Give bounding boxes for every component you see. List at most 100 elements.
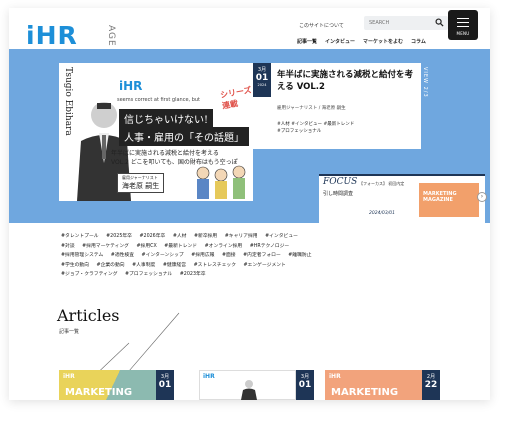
hamburger-icon (457, 18, 469, 20)
article-cards: iHR MARKETING 3月 01 iHR 3月 01 iHR MARKET… (59, 370, 489, 400)
tag-link[interactable]: #最新トレンド (323, 122, 354, 127)
date-month: 3月 (257, 67, 267, 73)
tag-link[interactable]: #HRテクノロジー (250, 244, 289, 249)
articles-subtitle: 記事一覧 (59, 329, 80, 335)
card-logo: iHR (63, 373, 75, 380)
illustration-people-icon (196, 165, 246, 199)
hero-article-title[interactable]: 年半ばに実施される減税と給付を考える VOL.2 (277, 69, 417, 93)
date-badge: 2月 22 (422, 370, 440, 400)
hero-image[interactable]: Tsugio Ebihara iHR seems correct at firs… (59, 63, 253, 201)
hero-series-badge: シリーズ連載 (219, 85, 253, 111)
nav-item-articles[interactable]: 記事一覧 (297, 38, 317, 45)
date-badge: 3月 01 (156, 370, 174, 400)
hero-image-logo: iHR (119, 79, 143, 93)
person-photo-icon (241, 380, 257, 400)
menu-button[interactable]: MENU (448, 10, 478, 40)
date-month: 2月 (426, 374, 436, 380)
hero-author-role: 雇用ジャーナリスト (122, 175, 158, 180)
tag-link[interactable]: #新卒採用 (194, 234, 217, 239)
date-day: 22 (424, 380, 438, 390)
date-badge: 3月 01 2024 (253, 63, 271, 97)
tag-link[interactable]: #学生の動向 (61, 263, 89, 268)
tag-link[interactable]: #採用CX (137, 244, 157, 249)
tag-link[interactable]: #人材 (277, 122, 290, 127)
tag-link[interactable]: #オンライン採用 (205, 244, 243, 249)
page: iHR AGE このサイトについて MENU 記事一覧 インタビュー マーケット… (9, 8, 490, 400)
tag-link[interactable]: #プロフェッショナル (277, 129, 321, 134)
hamburger-icon-bar (457, 22, 469, 24)
focus-subheading: 【フォーカス】 初回内定 (359, 181, 405, 186)
articles-title: Articles (57, 306, 120, 325)
tag-link[interactable]: #インターンシップ (142, 253, 184, 258)
tag-link[interactable]: #採用マーケティング (82, 244, 129, 249)
tag-link[interactable]: #採用広報 (191, 253, 214, 258)
logo-text: iHR (26, 21, 78, 50)
logo-sub: AGE (106, 25, 116, 47)
tag-link[interactable]: #人材 (173, 234, 187, 239)
date-day: 01 (158, 380, 172, 390)
date-day: 01 (255, 73, 269, 83)
site-logo[interactable]: iHR AGE (26, 19, 118, 50)
tag-link[interactable]: #タレントプール (61, 234, 99, 239)
tag-link[interactable]: #2025年卒 (106, 234, 132, 239)
tag-link[interactable]: #インタビュー (291, 122, 322, 127)
date-month: 3月 (160, 374, 170, 380)
card-logo: iHR (329, 373, 341, 380)
tag-link[interactable]: #離職防止 (288, 253, 311, 258)
nav-item-interview[interactable]: インタビュー (325, 38, 355, 45)
tag-link[interactable]: #適性検査 (111, 253, 134, 258)
search-icon[interactable] (435, 18, 444, 27)
article-card[interactable]: iHR MARKETING 2月 22 (325, 370, 440, 400)
hero-author-name: 海老原 嗣生 (122, 182, 160, 190)
hero-article-tags: #人材 #インタビュー #最新トレンド #プロフェッショナル (277, 121, 417, 135)
menu-label: MENU (456, 31, 470, 36)
tag-link[interactable]: #対談 (61, 244, 75, 249)
date-month: 3月 (300, 374, 310, 380)
tag-link[interactable]: #最新トレンド (164, 244, 197, 249)
hero-series-sub: seems correct at first glance, but (117, 97, 200, 103)
tag-link[interactable]: #2023年卒 (180, 272, 206, 277)
nav-item-column[interactable]: コラム (411, 38, 426, 45)
tag-link[interactable]: #人事制度 (132, 263, 155, 268)
nav-item-market[interactable]: マーケットをよむ (363, 38, 403, 45)
focus-date: 2024/03/01 (369, 211, 395, 216)
tag-link[interactable]: #インタビュー (265, 234, 298, 239)
date-year: 2024 (257, 83, 267, 87)
hero-carousel: Tsugio Ebihara iHR seems correct at firs… (9, 49, 490, 223)
marketing-magazine-banner[interactable]: MARKETING MAGAZINE (419, 183, 479, 217)
tag-link[interactable]: #企業の動向 (97, 263, 125, 268)
article-card[interactable]: iHR MARKETING 3月 01 (59, 370, 174, 400)
search-box[interactable] (364, 16, 448, 30)
focus-heading: FOCUS (323, 177, 358, 187)
hero-article-byline: 雇用ジャーナリスト / 海老原 嗣生 (277, 106, 346, 111)
hero-desc-line1: 年半ばに実施される減税と給付を考える (111, 150, 219, 157)
tag-link[interactable]: #ストレスチェック (194, 263, 236, 268)
tag-link[interactable]: #内定者フォロー (243, 253, 281, 258)
hero-title-line1: 信じちゃいけない! (119, 109, 214, 128)
date-badge: 3月 01 (296, 370, 314, 400)
hero-title-line2: 人事・雇用の「その話題」 (119, 127, 249, 146)
tag-link[interactable]: #採用管理システム (61, 253, 103, 258)
tag-link[interactable]: #2026年卒 (140, 234, 166, 239)
card-logo: iHR (203, 373, 215, 380)
tag-link[interactable]: #ジョブ・クラフティング (61, 272, 118, 277)
tag-link[interactable]: #健康経営 (163, 263, 186, 268)
slide-counter: VIEW 2/3 (422, 67, 428, 98)
hero-author-box: 雇用ジャーナリスト 海老原 嗣生 (117, 173, 165, 193)
focus-stripe (319, 174, 485, 176)
focus-banner[interactable]: FOCUS 【フォーカス】 初回内定 引し時間調査 2024/03/01 MAR… (319, 174, 487, 223)
date-day: 01 (298, 380, 312, 390)
hero-article-card[interactable]: 3月 01 2024 年半ばに実施される減税と給付を考える VOL.2 雇用ジャ… (253, 63, 421, 149)
tag-link[interactable]: #エンゲージメント (244, 263, 286, 268)
next-arrow-icon[interactable]: › (477, 192, 487, 202)
about-link[interactable]: このサイトについて (299, 22, 344, 29)
article-card[interactable]: iHR 3月 01 (199, 370, 314, 400)
focus-text: 引し時間調査 (323, 191, 354, 197)
tag-link[interactable]: #面接 (222, 253, 236, 258)
card-label: MARKETING (331, 387, 399, 398)
main-nav: 記事一覧 インタビュー マーケットをよむ コラム (297, 38, 426, 45)
search-input[interactable] (369, 20, 433, 26)
tag-link[interactable]: #キャリア採用 (225, 234, 258, 239)
tag-link[interactable]: #プロフェッショナル (125, 272, 172, 277)
tag-cloud: #タレントプール #2025年卒 #2026年卒 #人材 #新卒採用 #キャリア… (61, 232, 321, 280)
